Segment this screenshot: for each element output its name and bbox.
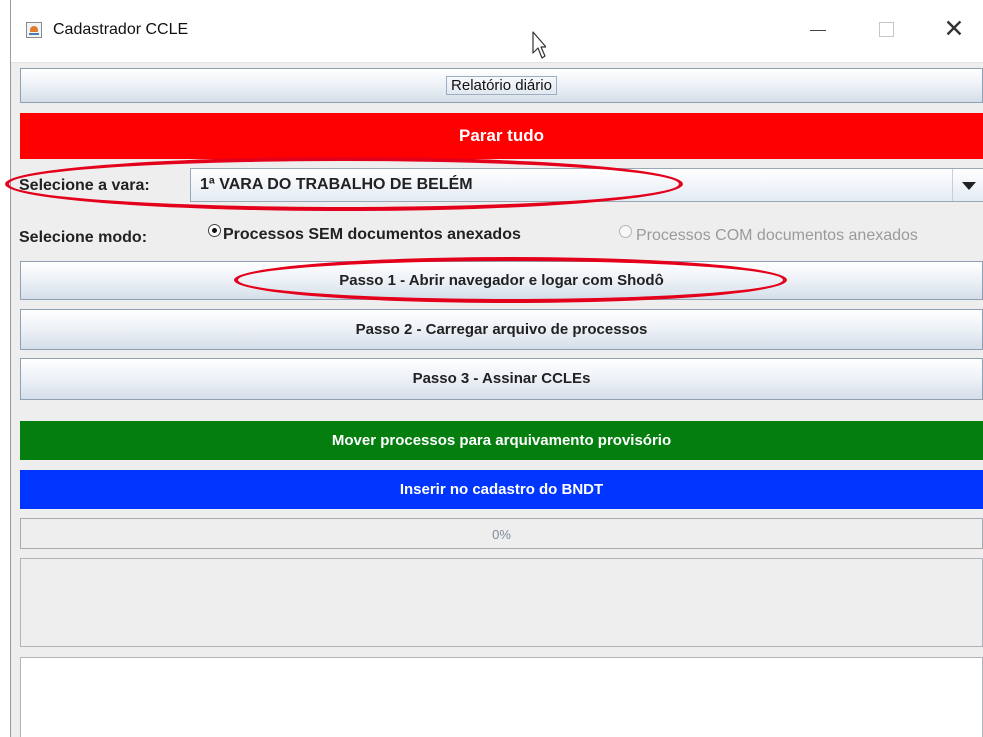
- mode-option-without-documents-label[interactable]: Processos SEM documentos anexados: [223, 226, 521, 244]
- step1-button[interactable]: Passo 1 - Abrir navegador e logar com Sh…: [20, 261, 983, 300]
- minimize-button[interactable]: [803, 14, 833, 44]
- insert-bndt-button[interactable]: Inserir no cadastro do BNDT: [20, 470, 983, 509]
- court-select-value: 1ª VARA DO TRABALHO DE BELÉM: [200, 176, 473, 193]
- progress-bar: 0%: [20, 518, 983, 549]
- window-title: Cadastrador CCLE: [53, 21, 189, 38]
- java-cup-icon: [26, 22, 42, 38]
- mode-label: Selecione modo:: [19, 229, 148, 246]
- step2-label: Passo 2 - Carregar arquivo de processos: [355, 321, 648, 338]
- log-text-area[interactable]: [20, 657, 983, 737]
- app-window: Cadastrador CCLE ✕ Relatório diário Para…: [5, 0, 983, 737]
- step2-button[interactable]: Passo 2 - Carregar arquivo de processos: [20, 309, 983, 350]
- close-icon: ✕: [943, 15, 965, 43]
- progress-text: 0%: [492, 527, 511, 542]
- stop-all-label: Parar tudo: [458, 126, 545, 145]
- mouse-pointer-icon: [532, 31, 546, 59]
- mode-radio-with-documents[interactable]: [619, 225, 632, 238]
- title-bar[interactable]: Cadastrador CCLE ✕: [11, 0, 983, 63]
- insert-bndt-label: Inserir no cadastro do BNDT: [399, 481, 604, 498]
- step3-button[interactable]: Passo 3 - Assinar CCLEs: [20, 358, 983, 400]
- daily-report-label: Relatório diário: [446, 76, 557, 95]
- move-processes-button[interactable]: Mover processos para arquivamento provis…: [20, 421, 983, 460]
- mode-option-with-documents-label[interactable]: Processos COM documentos anexados: [636, 227, 918, 245]
- daily-report-button[interactable]: Relatório diário: [20, 68, 983, 103]
- stop-all-button[interactable]: Parar tudo: [20, 113, 983, 159]
- minimize-icon: [810, 30, 826, 31]
- mode-radio-without-documents[interactable]: [208, 224, 221, 237]
- step1-label: Passo 1 - Abrir navegador e logar com Sh…: [339, 272, 664, 289]
- step3-label: Passo 3 - Assinar CCLEs: [412, 370, 591, 387]
- move-processes-label: Mover processos para arquivamento provis…: [331, 432, 672, 449]
- dropdown-arrow-icon[interactable]: [952, 169, 983, 201]
- status-panel: [20, 558, 983, 647]
- court-select-label: Selecione a vara:: [19, 177, 150, 194]
- maximize-icon: [879, 22, 894, 37]
- close-button[interactable]: ✕: [939, 14, 969, 44]
- maximize-button[interactable]: [871, 14, 901, 44]
- court-select[interactable]: 1ª VARA DO TRABALHO DE BELÉM: [190, 168, 983, 202]
